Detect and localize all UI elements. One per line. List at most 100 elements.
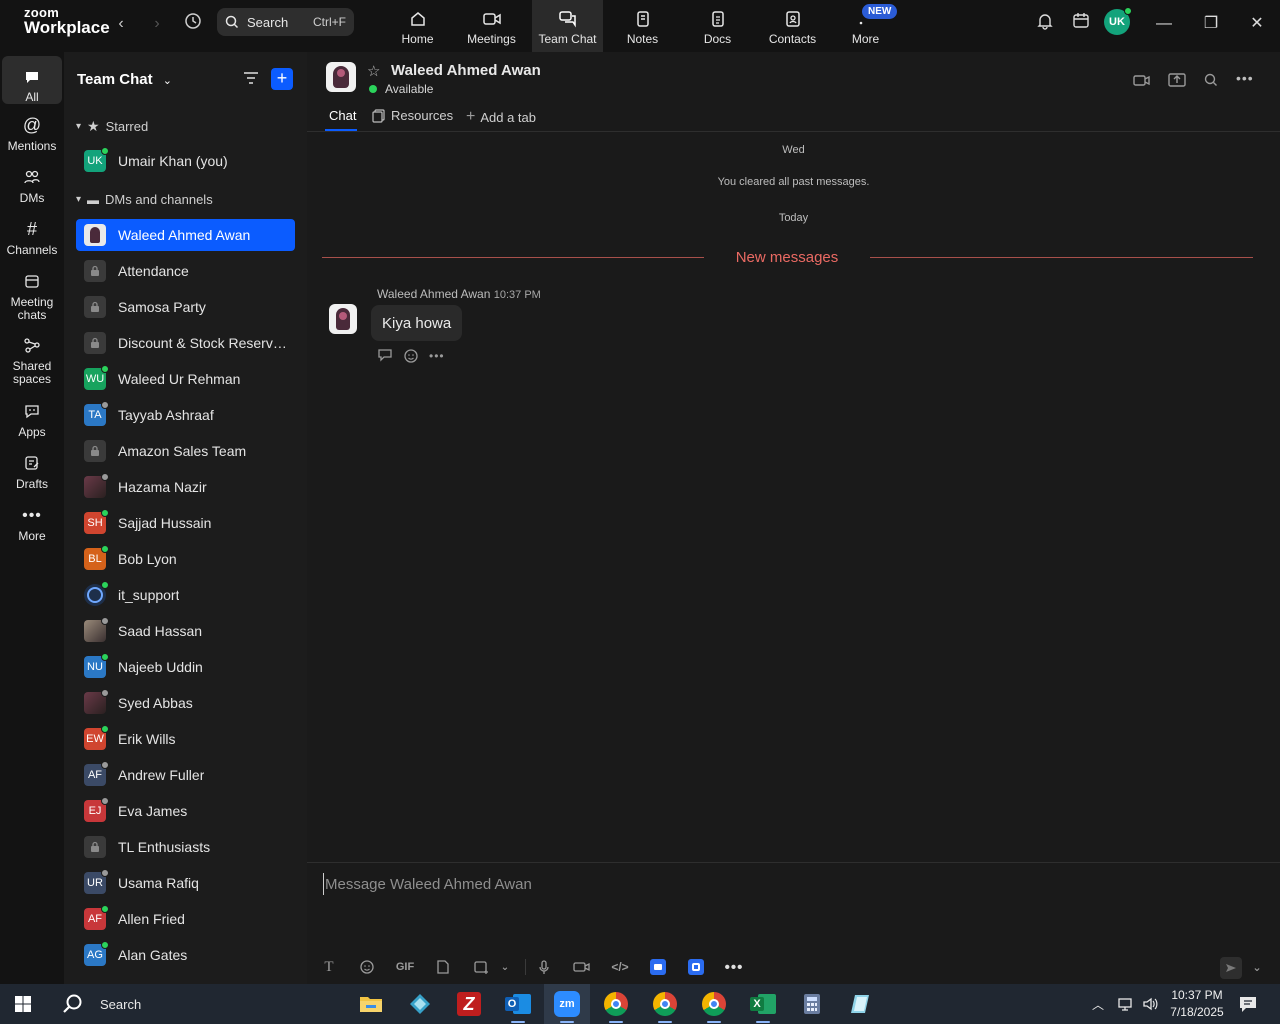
minimize-icon[interactable]: — — [1152, 12, 1176, 36]
sidebar-item[interactable]: NU Najeeb Uddin — [76, 651, 295, 683]
chrome-icon[interactable] — [593, 984, 639, 1024]
message-sender[interactable]: Waleed Ahmed Awan — [377, 287, 490, 301]
volume-icon[interactable] — [1142, 984, 1160, 1024]
nav-team-chat[interactable]: Team Chat — [532, 0, 603, 52]
zoom-docs-app-icon[interactable] — [684, 957, 708, 977]
nav-home[interactable]: Home — [382, 0, 453, 52]
forward-arrow-icon[interactable]: › — [145, 12, 169, 36]
microphone-icon[interactable] — [532, 957, 556, 977]
filezilla-icon[interactable]: Z — [446, 984, 492, 1024]
chrome-profile-icon[interactable] — [691, 984, 737, 1024]
sidebar-item[interactable]: UK Umair Khan (you) — [76, 145, 295, 177]
nav-notes[interactable]: Notes — [607, 0, 678, 52]
sidebar-item[interactable]: AF Allen Fried — [76, 903, 295, 935]
contact-name[interactable]: Waleed Ahmed Awan — [391, 62, 541, 79]
code-snippet-icon[interactable]: </> — [608, 957, 632, 977]
sidebar-item[interactable]: Saad Hassan — [76, 615, 295, 647]
sidebar-item[interactable]: SH Sajjad Hussain — [76, 507, 295, 539]
dms-section-header[interactable]: ▾ ▬ DMs and channels — [76, 192, 213, 207]
tab-add[interactable]: + Add a tab — [466, 108, 536, 126]
sidebar-item[interactable]: Discount & Stock Reservati... — [76, 327, 295, 359]
nav-meetings[interactable]: Meetings — [456, 0, 527, 52]
sidebar-item[interactable]: UR Usama Rafiq — [76, 867, 295, 899]
rail-drafts[interactable]: Drafts — [2, 452, 62, 491]
sender-avatar[interactable] — [329, 304, 357, 334]
rail-dms[interactable]: DMs — [2, 166, 62, 205]
rail-all[interactable]: All — [2, 56, 62, 104]
sidebar-item[interactable]: AG Alan Gates — [76, 939, 295, 971]
sidebar-item[interactable]: Syed Abbas — [76, 687, 295, 719]
taskbar-clock[interactable]: 10:37 PM 7/18/2025 — [1168, 987, 1226, 1021]
rail-channels[interactable]: # Channels — [2, 218, 62, 257]
reply-icon[interactable] — [377, 348, 393, 367]
chevron-down-icon[interactable]: ⌄ — [1245, 957, 1269, 977]
sidebar-item[interactable]: Attendance — [76, 255, 295, 287]
screenshot-icon[interactable] — [469, 957, 493, 977]
tab-chat[interactable]: Chat — [329, 108, 356, 123]
rail-mentions[interactable]: @ Mentions — [2, 114, 62, 153]
calculator-icon[interactable] — [789, 984, 835, 1024]
sidebar-item[interactable]: Waleed Ahmed Awan — [76, 219, 295, 251]
rail-more[interactable]: ••• More — [2, 504, 62, 543]
tray-chevron-icon[interactable]: ︿ — [1092, 984, 1104, 1024]
sidebar-item[interactable]: TL Enthusiasts — [76, 831, 295, 863]
star-outline-icon[interactable]: ☆ — [367, 62, 380, 80]
emoji-reaction-icon[interactable] — [403, 348, 419, 367]
message-input[interactable] — [323, 873, 1203, 895]
taskbar-search[interactable]: Search — [48, 984, 348, 1024]
notes-app-icon[interactable] — [838, 984, 884, 1024]
starred-section-header[interactable]: ▾ ★ Starred — [76, 118, 148, 135]
more-options-icon[interactable]: ••• — [429, 348, 445, 367]
nav-docs[interactable]: Docs — [682, 0, 753, 52]
notifications-icon[interactable] — [1238, 984, 1258, 1024]
text-format-icon[interactable]: T — [317, 957, 341, 977]
filter-icon[interactable] — [242, 70, 260, 91]
outlook-icon[interactable]: O — [495, 984, 541, 1024]
chrome-profile-icon[interactable] — [642, 984, 688, 1024]
sidebar-item[interactable]: EW Erik Wills — [76, 723, 295, 755]
send-icon[interactable] — [1220, 957, 1242, 979]
user-avatar[interactable]: UK — [1104, 7, 1132, 35]
more-options-icon[interactable]: ••• — [1236, 70, 1256, 90]
gif-button[interactable]: GIF — [393, 957, 417, 977]
sidebar-item[interactable]: Hazama Nazir — [76, 471, 295, 503]
video-call-icon[interactable] — [1132, 70, 1152, 90]
sidebar-item[interactable]: it_support — [76, 579, 295, 611]
rail-apps[interactable]: Apps — [2, 400, 62, 439]
sidebar-item[interactable]: Samosa Party — [76, 291, 295, 323]
sidebar-item[interactable]: WU Waleed Ur Rehman — [76, 363, 295, 395]
file-explorer-icon[interactable] — [348, 984, 394, 1024]
search-bar[interactable]: Search Ctrl+F — [217, 8, 354, 36]
rail-meeting-chats[interactable]: Meeting chats — [2, 270, 62, 322]
sidebar-item[interactable]: EJ Eva James — [76, 795, 295, 827]
windows-start-icon[interactable] — [0, 984, 46, 1024]
message-bubble[interactable]: Kiya howa — [371, 305, 463, 341]
network-icon[interactable] — [1117, 984, 1135, 1024]
bell-icon[interactable] — [1033, 12, 1057, 36]
contact-avatar[interactable] — [326, 62, 356, 92]
zoom-app-icon[interactable] — [646, 957, 670, 977]
calendar-icon[interactable] — [1069, 12, 1093, 36]
history-icon[interactable] — [181, 12, 205, 36]
sidebar-item[interactable]: BL Bob Lyon — [76, 543, 295, 575]
sidebar-item[interactable]: AF Andrew Fuller — [76, 759, 295, 791]
rail-shared-spaces[interactable]: Shared spaces — [2, 334, 62, 386]
search-icon[interactable] — [1201, 70, 1221, 90]
share-screen-icon[interactable] — [1167, 70, 1187, 90]
more-options-icon[interactable]: ••• — [722, 957, 746, 977]
back-arrow-icon[interactable]: ‹ — [109, 12, 133, 36]
chevron-down-icon[interactable]: ⌄ — [493, 957, 517, 977]
new-chat-plus-icon[interactable]: + — [271, 68, 293, 90]
sidebar-item[interactable]: Amazon Sales Team — [76, 435, 295, 467]
sidebar-title[interactable]: Team Chat ⌄ — [77, 71, 172, 88]
zoom-taskbar-icon[interactable]: zm — [544, 984, 590, 1024]
app-diamond-icon[interactable] — [397, 984, 443, 1024]
file-icon[interactable] — [431, 957, 455, 977]
nav-contacts[interactable]: Contacts — [757, 0, 828, 52]
excel-icon[interactable]: X — [740, 984, 786, 1024]
sidebar-item[interactable]: TA Tayyab Ashraaf — [76, 399, 295, 431]
close-icon[interactable]: ✕ — [1245, 12, 1269, 36]
tab-resources[interactable]: Resources — [372, 108, 453, 123]
restore-icon[interactable]: ❐ — [1199, 12, 1223, 36]
emoji-icon[interactable] — [355, 957, 379, 977]
